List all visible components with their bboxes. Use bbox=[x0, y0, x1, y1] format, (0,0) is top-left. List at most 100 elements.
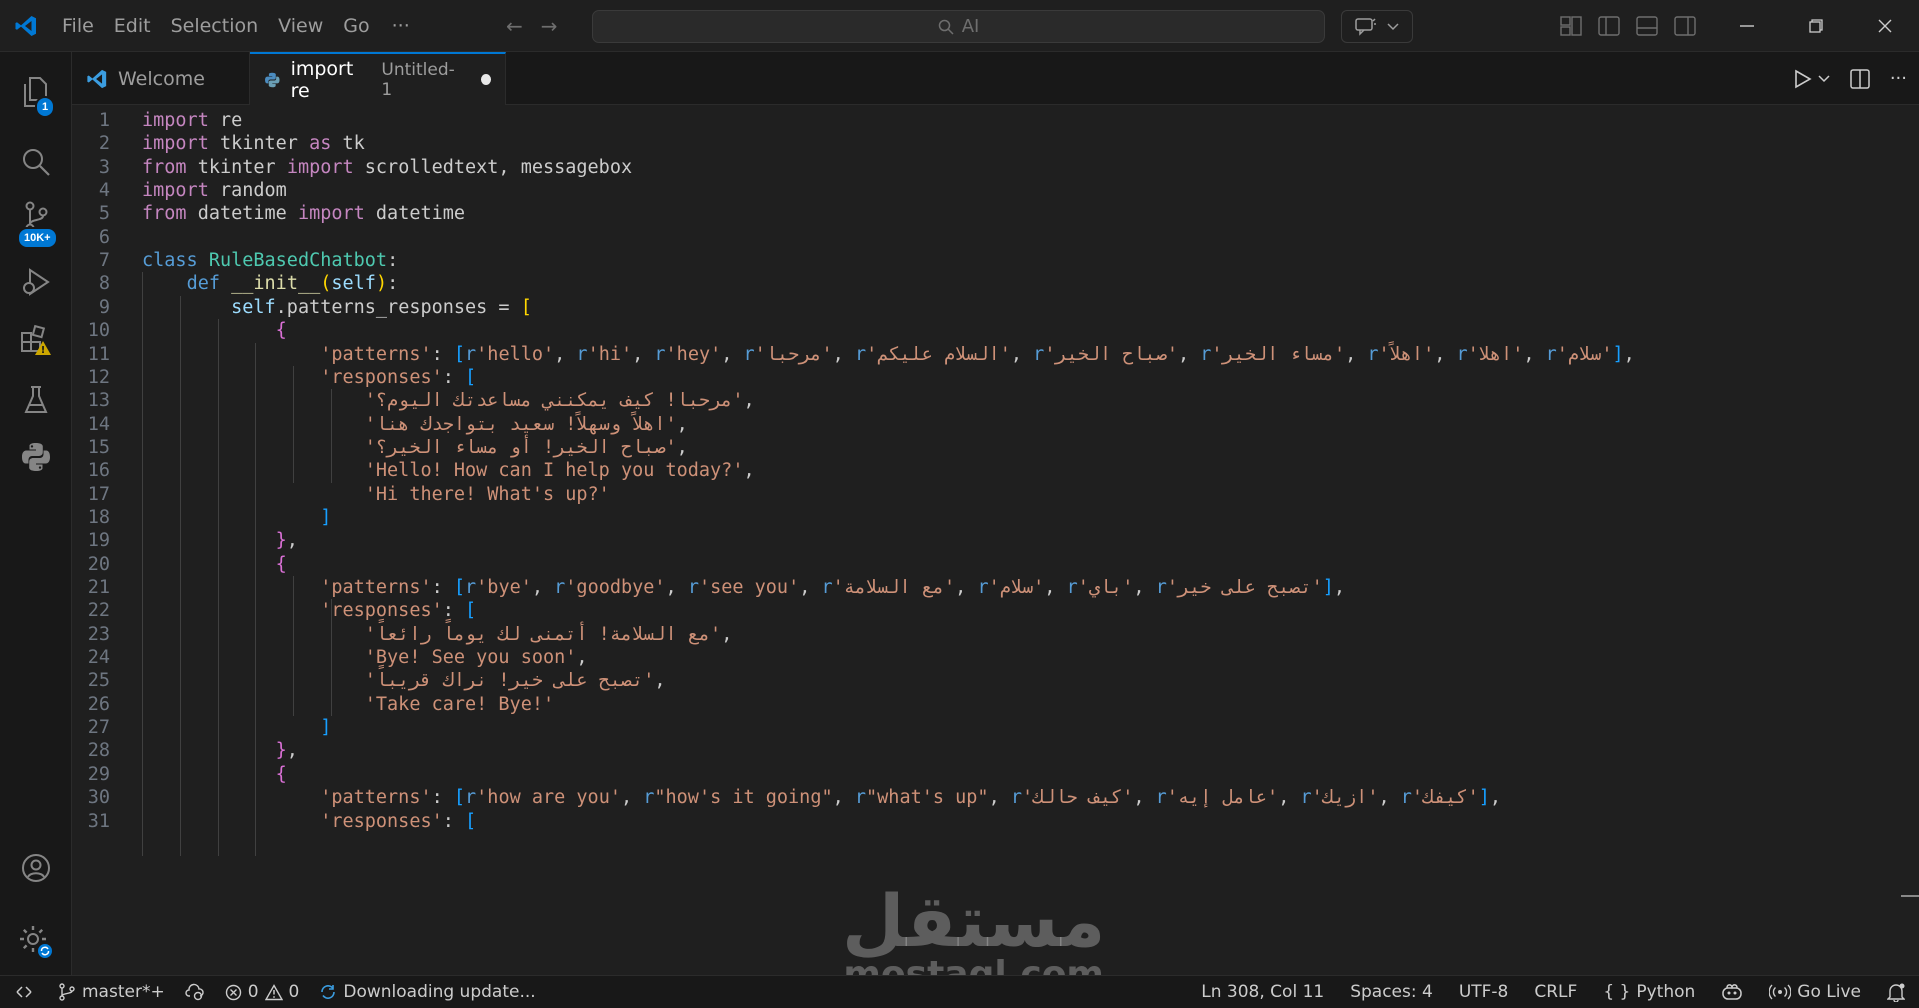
code-line[interactable]: 1 import re bbox=[72, 109, 1919, 132]
code-line[interactable]: 14 'اهلاً وسهلاً! سعيد بتواجدك هنا', bbox=[72, 413, 1919, 436]
more-menu-button[interactable]: ··· bbox=[380, 15, 422, 37]
remote-indicator[interactable] bbox=[0, 976, 48, 1008]
python-button[interactable] bbox=[0, 427, 72, 487]
code-line[interactable]: 25 'تصبح على خير! نراك قريباً', bbox=[72, 669, 1919, 692]
code-line[interactable]: 5 from datetime import datetime bbox=[72, 202, 1919, 225]
code-line[interactable]: 13 'مرحبا! كيف يمكنني مساعدتك اليوم؟', bbox=[72, 389, 1919, 412]
code-line[interactable]: 12 'responses': [ bbox=[72, 366, 1919, 389]
command-center-search[interactable]: AI bbox=[592, 10, 1325, 43]
toggle-secondary-sidebar-icon[interactable] bbox=[1674, 16, 1696, 36]
explorer-button[interactable]: 1 bbox=[0, 62, 72, 122]
minimize-icon[interactable] bbox=[1712, 0, 1781, 52]
code-line[interactable]: 27 ] bbox=[72, 716, 1919, 739]
code-token: : bbox=[442, 810, 466, 832]
code-line[interactable]: 26 'Take care! Bye!' bbox=[72, 693, 1919, 716]
split-editor-icon[interactable] bbox=[1850, 68, 1870, 89]
chat-icon bbox=[1355, 17, 1376, 36]
code-text: 'Hello! How can I help you today?', bbox=[142, 459, 755, 482]
close-icon[interactable] bbox=[1850, 0, 1919, 52]
code-token: datetime bbox=[364, 203, 466, 225]
unsaved-dot-icon[interactable] bbox=[480, 74, 491, 85]
copilot-status[interactable] bbox=[1711, 976, 1759, 1008]
menu-selection[interactable]: Selection bbox=[161, 0, 269, 52]
code-line[interactable]: 15 'صباح الخير! أو مساء الخير؟', bbox=[72, 436, 1919, 459]
code-line[interactable]: 24 'Bye! See you soon', bbox=[72, 646, 1919, 669]
toggle-panel-icon[interactable] bbox=[1636, 16, 1658, 36]
code-line[interactable]: 9 self.patterns_responses = [ bbox=[72, 296, 1919, 319]
customize-layout-icon[interactable] bbox=[1560, 16, 1582, 36]
notifications-button[interactable] bbox=[1877, 976, 1919, 1008]
code-line[interactable]: 22 'responses': [ bbox=[72, 599, 1919, 622]
code-token: 'patterns' bbox=[320, 343, 432, 365]
code-line[interactable]: 20 { bbox=[72, 553, 1919, 576]
code-line[interactable]: 21 'patterns': [r'bye', r'goodbye', r'se… bbox=[72, 576, 1919, 599]
code-line[interactable]: 16 'Hello! How can I help you today?', bbox=[72, 459, 1919, 482]
search-view-button[interactable] bbox=[0, 132, 72, 192]
copilot-chat-button[interactable] bbox=[1341, 10, 1413, 43]
menu-edit[interactable]: Edit bbox=[104, 0, 161, 52]
code-line[interactable]: 6 bbox=[72, 226, 1919, 249]
code-line[interactable]: 28 }, bbox=[72, 739, 1919, 762]
code-line[interactable]: 3 from tkinter import scrolledtext, messa… bbox=[72, 156, 1919, 179]
line-number: 8 bbox=[98, 273, 110, 295]
back-arrow-icon[interactable]: ← bbox=[506, 14, 523, 38]
indentation-status[interactable]: Spaces: 4 bbox=[1340, 976, 1449, 1008]
run-debug-button[interactable] bbox=[0, 252, 72, 312]
extensions-button[interactable]: ! bbox=[0, 310, 72, 370]
code-line[interactable]: 23 'مع السلامة! أتمنى لك يوماً رائعاً', bbox=[72, 623, 1919, 646]
code-line[interactable]: 31 'responses': [ bbox=[72, 810, 1919, 833]
code-token: , bbox=[554, 343, 577, 365]
menu-view[interactable]: View bbox=[268, 0, 333, 52]
code-text: 'صباح الخير! أو مساء الخير؟', bbox=[142, 436, 688, 459]
language-mode[interactable]: { } Python bbox=[1593, 976, 1711, 1008]
code-editor[interactable]: 1 import re 2 import tkinter as tk 3 from tki… bbox=[72, 105, 1919, 975]
code-token: class bbox=[142, 250, 198, 272]
go-live-button[interactable]: Go Live bbox=[1759, 976, 1877, 1008]
code-line[interactable]: 11 'patterns': [r'hello', r'hi', r'hey',… bbox=[72, 343, 1919, 366]
cursor-position[interactable]: Ln 308, Col 11 bbox=[1191, 976, 1340, 1008]
encoding-status[interactable]: UTF-8 bbox=[1449, 976, 1525, 1008]
code-line[interactable]: 29 { bbox=[72, 763, 1919, 786]
more-actions-icon[interactable]: ··· bbox=[1890, 68, 1907, 89]
scrollbar-marker[interactable] bbox=[1901, 895, 1919, 897]
code-line[interactable]: 4 import random bbox=[72, 179, 1919, 202]
restore-icon[interactable] bbox=[1781, 0, 1850, 52]
code-line[interactable]: 30 'patterns': [r'how are you', r"how's … bbox=[72, 786, 1919, 809]
code-line[interactable]: 7 class RuleBasedChatbot: bbox=[72, 249, 1919, 272]
code-token: , bbox=[721, 623, 733, 645]
testing-button[interactable] bbox=[0, 370, 72, 430]
code-line[interactable]: 17 'Hi there! What's up?' bbox=[72, 483, 1919, 506]
code-line[interactable]: 2 import tkinter as tk bbox=[72, 132, 1919, 155]
tab-welcome[interactable]: Welcome bbox=[72, 52, 250, 105]
code-token: "how's it going" bbox=[654, 787, 833, 809]
code-token: , bbox=[676, 436, 688, 458]
run-python-button[interactable] bbox=[1794, 69, 1830, 89]
code-text: from tkinter import scrolledtext, messag… bbox=[142, 156, 632, 179]
code-line[interactable]: 10 { bbox=[72, 319, 1919, 342]
manage-button[interactable] bbox=[0, 912, 72, 972]
toggle-primary-sidebar-icon[interactable] bbox=[1598, 16, 1620, 36]
code-token: 'كيفك' bbox=[1411, 787, 1479, 809]
code-text: 'patterns': [r'how are you', r"how's it … bbox=[142, 786, 1501, 809]
tab-untitled-1[interactable]: import re Untitled-1 bbox=[250, 52, 506, 105]
code-token: 'responses' bbox=[320, 600, 443, 622]
problems-status[interactable]: 0 0 bbox=[215, 976, 310, 1008]
sync-button[interactable] bbox=[175, 976, 215, 1008]
code-line[interactable]: 19 }, bbox=[72, 529, 1919, 552]
source-control-button[interactable]: 10K+ bbox=[0, 187, 72, 249]
menu-file[interactable]: File bbox=[52, 0, 104, 52]
update-status[interactable]: Downloading update... bbox=[309, 976, 545, 1008]
code-line[interactable]: 18 ] bbox=[72, 506, 1919, 529]
line-number: 14 bbox=[87, 413, 110, 435]
code-token: r bbox=[854, 787, 867, 809]
eol-status[interactable]: CRLF bbox=[1524, 976, 1593, 1008]
menu-go[interactable]: Go bbox=[333, 0, 379, 52]
accounts-button[interactable] bbox=[0, 838, 72, 898]
code-line[interactable]: 8 def __init__(self): bbox=[72, 272, 1919, 295]
branch-status[interactable]: master*+ bbox=[48, 976, 175, 1008]
forward-arrow-icon[interactable]: → bbox=[541, 14, 558, 38]
code-text: import re bbox=[142, 109, 242, 132]
